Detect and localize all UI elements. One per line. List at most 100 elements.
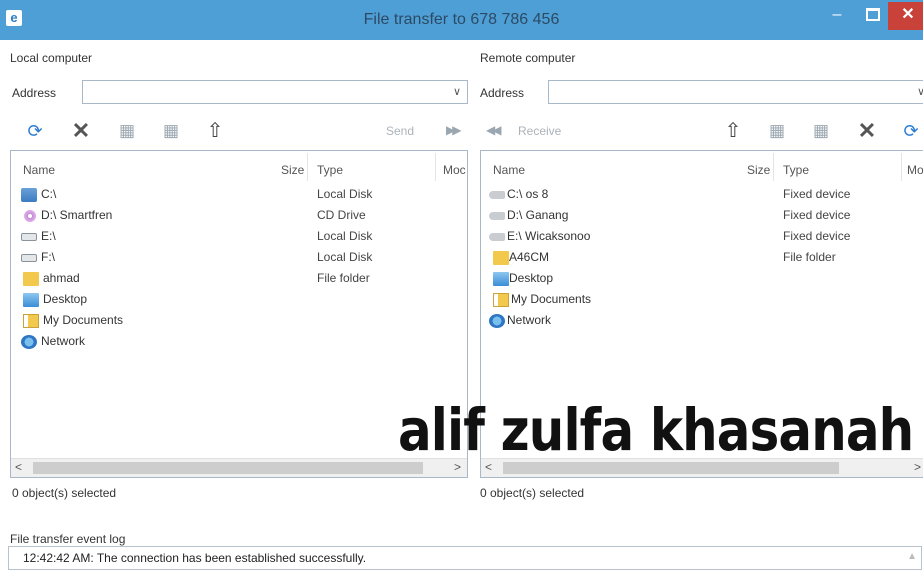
local-address-field[interactable]: ∨ <box>82 80 468 104</box>
local-computer-label: Local computer <box>10 51 93 65</box>
minimize-button[interactable]: – <box>820 2 854 30</box>
maximize-button[interactable] <box>856 2 890 30</box>
list-item[interactable]: My Documents <box>481 290 923 310</box>
desktop-icon <box>493 272 509 286</box>
new-folder-icon[interactable]: ▦ <box>810 120 832 142</box>
chevron-down-icon[interactable]: ∨ <box>453 85 461 98</box>
item-type: CD Drive <box>317 208 366 222</box>
list-item[interactable]: ahmad File folder <box>11 269 467 289</box>
item-name: My Documents <box>43 313 124 327</box>
item-name: E:\ Wicaksonoo <box>507 229 591 243</box>
hard-drive-icon <box>489 233 505 241</box>
local-status: 0 object(s) selected <box>12 486 117 500</box>
list-item[interactable]: Desktop <box>11 290 467 310</box>
documents-icon <box>23 314 39 328</box>
item-type: Fixed device <box>783 208 851 222</box>
refresh-icon[interactable]: ⟳ <box>900 120 922 142</box>
rename-icon[interactable]: ▦ <box>160 120 182 142</box>
item-name: Desktop <box>43 292 88 306</box>
column-header-type[interactable]: Type <box>783 163 809 177</box>
disk-icon <box>21 188 37 202</box>
list-item[interactable]: D:\ Ganang Fixed device <box>481 206 923 226</box>
list-item[interactable]: Desktop <box>481 269 923 289</box>
item-name: ahmad <box>43 271 80 285</box>
network-icon <box>21 335 37 349</box>
item-name: My Documents <box>511 292 592 306</box>
list-item[interactable]: C:\ Local Disk <box>11 185 467 205</box>
item-name: Desktop <box>509 271 554 285</box>
item-type: Local Disk <box>317 187 373 201</box>
list-item[interactable]: D:\ Smartfren CD Drive <box>11 206 467 226</box>
receive-button[interactable]: Receive <box>518 124 561 138</box>
watermark-text: alif zulfa khasanah <box>398 396 914 464</box>
list-item[interactable]: My Documents <box>11 311 467 331</box>
scrollbar-thumb[interactable] <box>33 462 423 474</box>
delete-icon[interactable]: ✕ <box>856 120 878 142</box>
new-folder-icon[interactable]: ▦ <box>116 120 138 142</box>
list-item[interactable]: Network <box>481 311 923 331</box>
hard-drive-icon <box>489 212 505 220</box>
cd-icon <box>23 209 37 223</box>
folder-icon <box>23 272 39 286</box>
item-type: Local Disk <box>317 250 373 264</box>
send-arrow-icon[interactable]: ▶▶ <box>446 123 462 137</box>
up-folder-icon[interactable]: ⇧ <box>204 120 226 142</box>
remote-address-field[interactable]: ∨ <box>548 80 923 104</box>
column-separator <box>435 153 436 181</box>
up-folder-icon[interactable]: ⇧ <box>722 120 744 142</box>
event-log[interactable]: 12:42:42 AM: The connection has been est… <box>8 546 922 570</box>
documents-icon <box>493 293 509 307</box>
list-item[interactable]: E:\ Wicaksonoo Fixed device <box>481 227 923 247</box>
column-header-name[interactable]: Name <box>23 163 55 177</box>
list-item[interactable]: Network <box>11 332 467 352</box>
item-name: D:\ Ganang <box>507 208 569 222</box>
receive-arrow-icon[interactable]: ◀◀ <box>486 123 502 137</box>
window-title: File transfer to 678 786 456 <box>363 11 560 28</box>
hard-drive-icon <box>489 191 505 199</box>
send-button[interactable]: Send <box>386 124 414 138</box>
item-type: File folder <box>783 250 836 264</box>
close-button[interactable]: ✕ <box>888 2 923 30</box>
refresh-icon[interactable]: ⟳ <box>24 120 46 142</box>
list-item[interactable]: C:\ os 8 Fixed device <box>481 185 923 205</box>
column-separator <box>773 153 774 181</box>
item-type: File folder <box>317 271 370 285</box>
list-item[interactable]: A46CM File folder <box>481 248 923 268</box>
column-header-size[interactable]: Size <box>747 163 770 177</box>
scroll-up-icon[interactable]: ▲ <box>907 551 917 562</box>
item-type: Fixed device <box>783 187 851 201</box>
column-header-size[interactable]: Size <box>281 163 304 177</box>
list-item[interactable]: E:\ Local Disk <box>11 227 467 247</box>
column-header-modified[interactable]: Mo <box>907 163 923 177</box>
folder-icon <box>493 251 509 265</box>
remote-computer-label: Remote computer <box>480 51 576 65</box>
item-type: Local Disk <box>317 229 373 243</box>
column-header-type[interactable]: Type <box>317 163 343 177</box>
maximize-icon <box>866 8 880 22</box>
log-entry: 12:42:42 AM: The connection has been est… <box>23 551 367 565</box>
chevron-down-icon[interactable]: ∨ <box>917 85 923 98</box>
item-name: A46CM <box>509 250 550 264</box>
list-item[interactable]: F:\ Local Disk <box>11 248 467 268</box>
item-name: C:\ os 8 <box>507 187 549 201</box>
item-type: Fixed device <box>783 229 851 243</box>
close-icon: ✕ <box>901 6 915 23</box>
local-address-label: Address <box>12 86 57 100</box>
scroll-right-icon[interactable]: > <box>914 460 921 474</box>
item-name: D:\ Smartfren <box>41 208 113 222</box>
item-name: E:\ <box>41 229 56 243</box>
title-bar: e File transfer to 678 786 456 – ✕ <box>0 0 923 40</box>
desktop-icon <box>23 293 39 307</box>
scroll-left-icon[interactable]: < <box>15 460 22 474</box>
column-header-name[interactable]: Name <box>493 163 525 177</box>
delete-icon[interactable]: ✕ <box>70 120 92 142</box>
item-name: F:\ <box>41 250 55 264</box>
rename-icon[interactable]: ▦ <box>766 120 788 142</box>
remote-address-label: Address <box>480 86 525 100</box>
column-separator <box>901 153 902 181</box>
column-header-modified[interactable]: Moc <box>443 163 466 177</box>
network-icon <box>489 314 505 328</box>
item-name: Network <box>41 334 86 348</box>
remote-status: 0 object(s) selected <box>480 486 585 500</box>
item-name: C:\ <box>41 187 57 201</box>
